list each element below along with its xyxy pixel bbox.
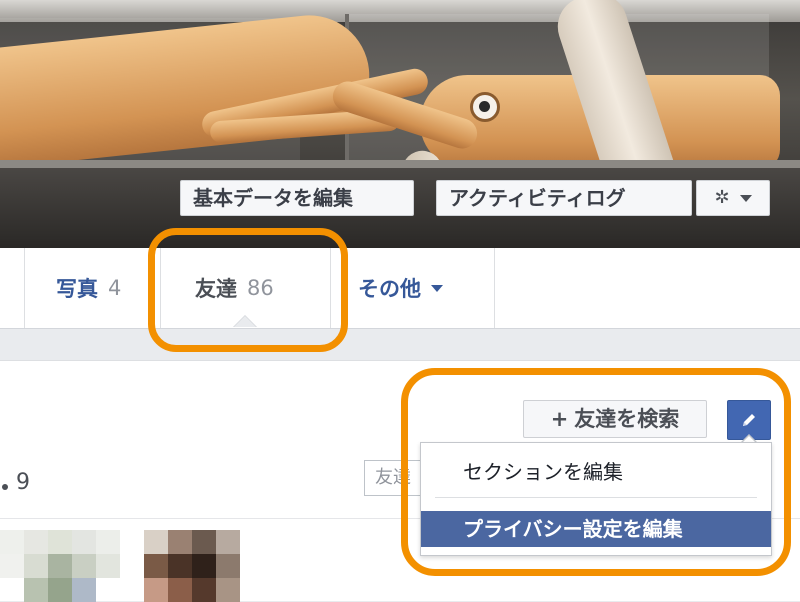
avatar-pixel — [192, 530, 216, 554]
cover-squid-eye — [470, 92, 500, 122]
tab-photos[interactable]: 写真 4 — [56, 248, 121, 328]
profile-tab-bar: 写真 4 友達 86 その他 — [0, 248, 800, 329]
chevron-down-icon — [739, 194, 752, 202]
friend-count-text: 9 — [16, 470, 30, 495]
find-friends-button[interactable]: + 友達を検索 — [523, 400, 707, 438]
menu-separator — [435, 497, 757, 498]
avatar-pixel — [96, 554, 120, 578]
tab-divider — [24, 248, 25, 328]
menu-item-edit-sections[interactable]: セクションを編集 — [421, 455, 771, 489]
tab-photos-count: 4 — [108, 276, 122, 300]
pencil-icon — [743, 414, 755, 426]
avatar-pixel — [216, 578, 240, 602]
avatar-pixel — [24, 578, 48, 602]
avatar-pixel — [48, 554, 72, 578]
avatar-pixel — [144, 530, 168, 554]
avatar-pixel — [168, 554, 192, 578]
activity-log-button[interactable]: アクティビティログ — [436, 180, 692, 216]
avatar-pixel — [144, 578, 168, 602]
bullet-dot — [2, 484, 8, 490]
tab-more-label: その他 — [358, 277, 421, 301]
avatar-pixel — [144, 554, 168, 578]
friend-avatars-blurred — [0, 530, 260, 602]
settings-dropdown-button[interactable]: ✲ — [696, 180, 770, 216]
tab-friends-label: 友達 — [195, 277, 237, 301]
avatar-pixel — [192, 554, 216, 578]
avatar-pixel — [0, 554, 24, 578]
cover-shelf-edge — [0, 160, 800, 168]
tab-more[interactable]: その他 — [358, 248, 443, 328]
chevron-down-icon — [431, 284, 443, 292]
avatar-pixel — [192, 578, 216, 602]
avatar-pixel — [24, 530, 48, 554]
gear-icon: ✲ — [714, 187, 730, 208]
avatar-pixel — [96, 530, 120, 554]
avatar-pixel — [168, 530, 192, 554]
avatar-pixel — [48, 578, 72, 602]
active-tab-pointer — [234, 316, 256, 327]
avatar-pixel — [168, 578, 192, 602]
avatar-pixel — [48, 530, 72, 554]
avatar-pixel — [216, 530, 240, 554]
tab-photos-label: 写真 — [56, 277, 98, 301]
tab-divider — [160, 248, 161, 328]
avatar-pixel — [216, 554, 240, 578]
cover-photo: 基本データを編集 アクティビティログ ✲ — [0, 0, 800, 248]
edit-profile-button[interactable]: 基本データを編集 — [180, 180, 414, 216]
avatar-pixel — [0, 530, 24, 554]
find-friends-label: 友達を検索 — [574, 407, 680, 431]
avatar-pixel — [72, 578, 96, 602]
tab-divider — [330, 248, 331, 328]
avatar-pixel — [24, 554, 48, 578]
avatar-pixel — [72, 530, 96, 554]
tab-friends-count: 86 — [247, 276, 274, 300]
plus-icon: + — [550, 407, 569, 431]
avatar-pixel — [72, 554, 96, 578]
friends-edit-menu: セクションを編集 プライバシー設定を編集 — [420, 442, 772, 556]
tab-divider — [494, 248, 495, 328]
menu-item-edit-privacy[interactable]: プライバシー設定を編集 — [421, 511, 771, 547]
